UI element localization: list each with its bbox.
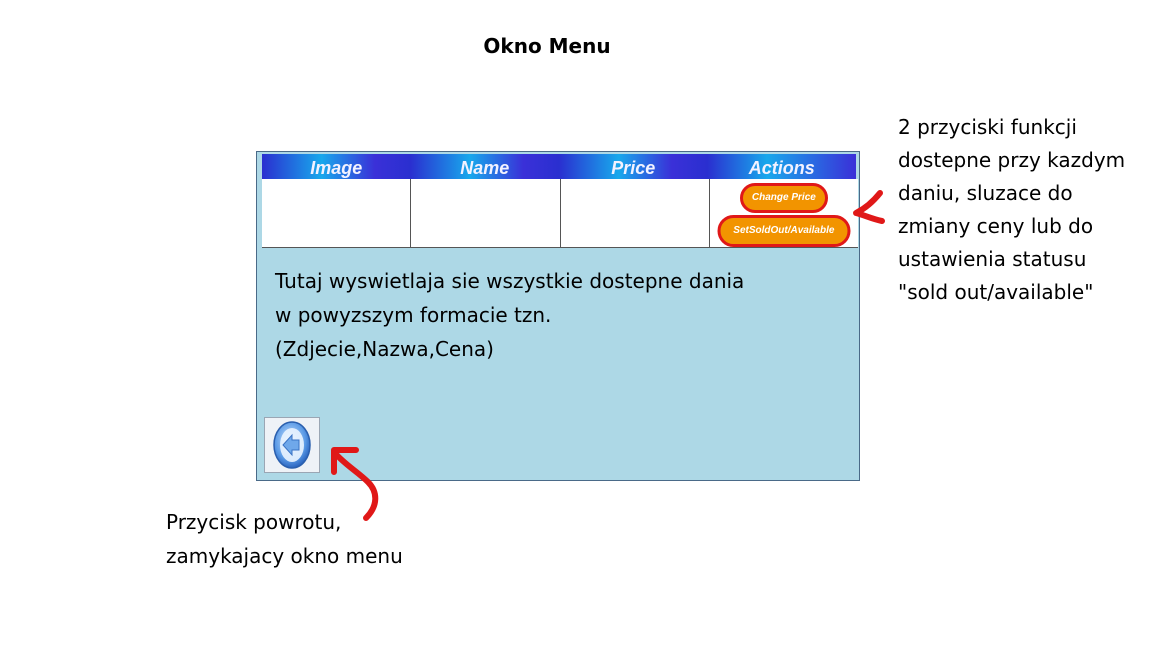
description-line: w powyzszym formacie tzn. — [275, 303, 552, 327]
table-row: Change Price SetSoldOut/Available — [262, 179, 858, 248]
annotation-line: "sold out/available" — [898, 280, 1094, 304]
page-title: Okno Menu — [483, 34, 611, 58]
description-text: Tutaj wyswietlaja sie wszystkie dostepne… — [275, 264, 835, 366]
set-sold-out-available-button[interactable]: SetSoldOut/Available — [717, 215, 851, 247]
annotation-line: 2 przyciski funkcji — [898, 115, 1077, 139]
column-header-actions: Actions — [748, 158, 815, 178]
annotation-arrow-icon — [853, 190, 885, 224]
column-header-image: Image — [310, 158, 363, 178]
annotation-line: zamykajacy okno menu — [166, 544, 403, 568]
annotation-line: daniu, sluzace do — [898, 181, 1073, 205]
back-button[interactable] — [264, 417, 320, 473]
table-header: Image Name Price Actions — [262, 154, 856, 179]
cell-actions: Change Price SetSoldOut/Available — [710, 179, 858, 247]
annotation-arrow-icon — [331, 447, 379, 521]
annotation-line: zmiany ceny lub do — [898, 214, 1094, 238]
column-header-price: Price — [611, 158, 656, 178]
change-price-button[interactable]: Change Price — [739, 183, 828, 213]
menu-window: Image Name Price Actions Change Price Se… — [256, 151, 860, 481]
description-line: (Zdjecie,Nazwa,Cena) — [275, 337, 494, 361]
annotation-line: ustawienia statusu — [898, 247, 1087, 271]
annotation-line: dostepne przy kazdym — [898, 148, 1126, 172]
column-header-name: Name — [460, 158, 510, 178]
description-line: Tutaj wyswietlaja sie wszystkie dostepne… — [275, 269, 745, 293]
cell-image — [262, 179, 412, 247]
back-arrow-icon — [273, 421, 311, 469]
cell-price — [561, 179, 710, 247]
actions-annotation: 2 przyciski funkcji dostepne przy kazdym… — [898, 111, 1125, 309]
cell-name — [411, 179, 561, 247]
